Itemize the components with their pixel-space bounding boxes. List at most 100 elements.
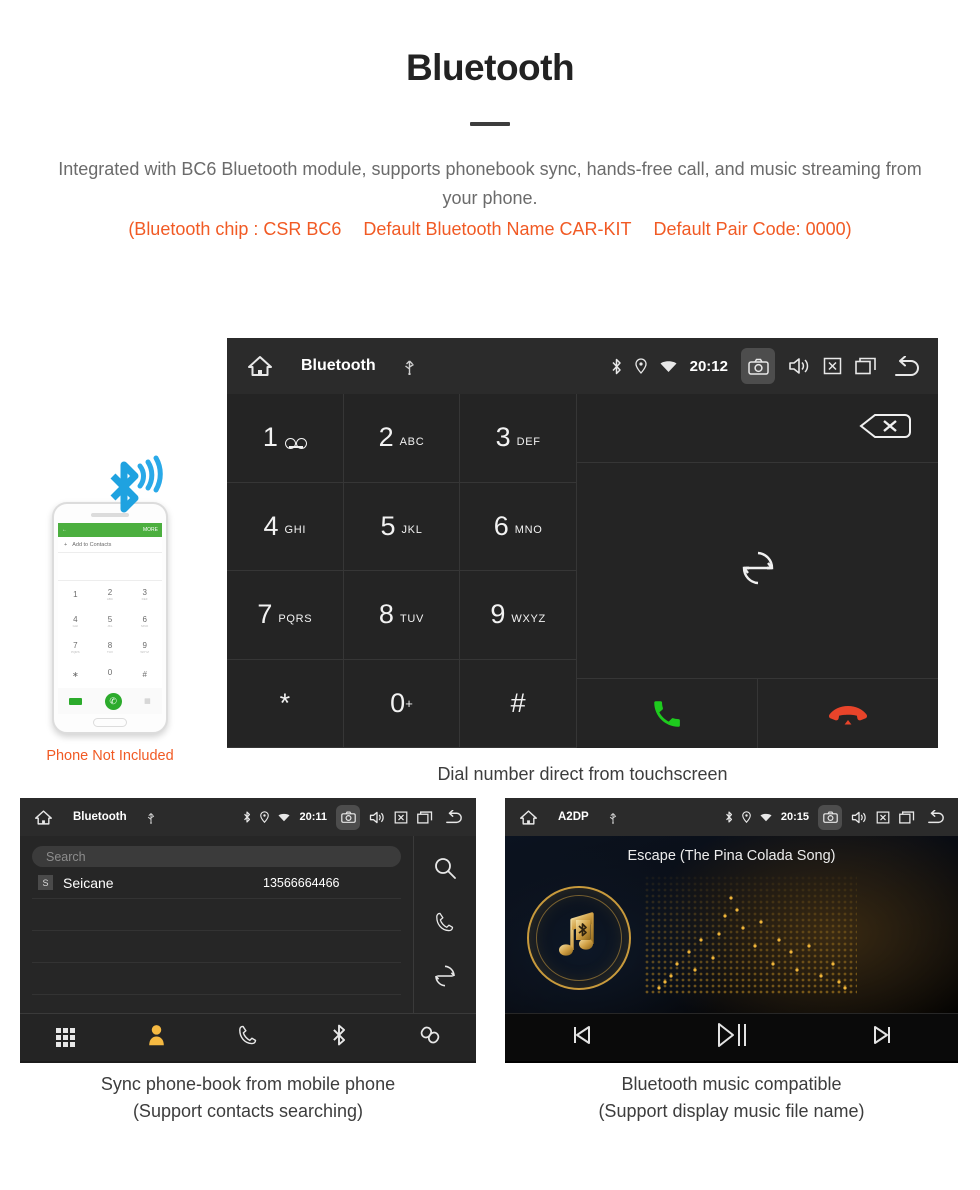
recents-icon[interactable] xyxy=(855,357,877,375)
contacts-screen: Bluetooth 20:11 Search S Seicane 1356666… xyxy=(20,798,476,1063)
hangup-button[interactable] xyxy=(758,679,938,748)
volume-icon[interactable] xyxy=(369,811,385,824)
music-caption-line2: (Support display music file name) xyxy=(598,1101,865,1121)
call-icon[interactable] xyxy=(435,911,455,938)
plus-sign: + xyxy=(405,695,413,711)
nav-dialpad[interactable] xyxy=(20,1028,111,1047)
contacts-caption: Sync phone-book from mobile phone (Suppo… xyxy=(20,1071,476,1125)
table-row[interactable]: S Seicane 13566664466 xyxy=(32,867,401,899)
key-5[interactable]: 5 JKL xyxy=(343,482,461,571)
title-divider xyxy=(470,122,510,126)
close-box-icon[interactable] xyxy=(823,357,842,375)
key-digit: 2 xyxy=(378,422,394,453)
sync-icon[interactable] xyxy=(434,965,456,992)
next-track-button[interactable] xyxy=(807,1023,958,1052)
recents-icon[interactable] xyxy=(899,810,915,824)
number-display-row xyxy=(577,394,938,463)
back-icon[interactable] xyxy=(890,356,924,376)
key-star[interactable]: * xyxy=(227,659,344,748)
key-letters: GHI xyxy=(284,524,307,537)
key-letters: ABC xyxy=(399,435,425,448)
camera-icon[interactable] xyxy=(741,348,775,384)
music-note-bluetooth-icon xyxy=(548,904,610,971)
main-caption: Dial number direct from touchscreen xyxy=(437,764,728,784)
key-letters: TUV xyxy=(399,612,425,625)
key-4[interactable]: 4 GHI xyxy=(227,482,344,571)
bluetooth-signal-icon xyxy=(107,454,179,519)
phone-key: 5 JKL xyxy=(107,614,113,628)
nav-call-log[interactable] xyxy=(202,1024,293,1051)
phone-key: 4 GHI xyxy=(72,614,78,628)
camera-icon[interactable] xyxy=(336,804,360,830)
music-screen: A2DP 20:15 Escape (The Pina Colada Song) xyxy=(505,798,958,1063)
nav-link[interactable] xyxy=(385,1023,476,1052)
key-letters: WXYZ xyxy=(511,612,546,625)
status-bar: Bluetooth 20:12 xyxy=(227,338,938,394)
now-playing-area: Escape (The Pina Colada Song) xyxy=(505,836,958,1013)
search-input[interactable]: Search xyxy=(32,846,401,867)
table-row-empty xyxy=(32,963,401,995)
spec-line: (Bluetooth chip : CSR BC6 Default Bluetoo… xyxy=(0,219,980,240)
sync-icon[interactable] xyxy=(741,551,775,590)
track-title: Escape (The Pina Colada Song) xyxy=(627,848,836,864)
back-icon[interactable] xyxy=(442,809,466,825)
call-log-icon xyxy=(238,1024,258,1051)
home-icon[interactable] xyxy=(519,809,538,826)
nav-contacts[interactable] xyxy=(111,1024,202,1051)
key-9[interactable]: 9 WXYZ xyxy=(460,571,577,660)
page-title: Bluetooth xyxy=(405,47,575,88)
home-icon[interactable] xyxy=(247,354,273,378)
recents-icon[interactable] xyxy=(417,810,433,824)
phone-app-header: ← MORE xyxy=(58,523,162,537)
key-digit: 5 xyxy=(380,510,396,541)
key-hash[interactable]: # xyxy=(460,659,577,748)
phone-illustration: ← MORE + Add to Contacts 1 2 ABC 3 DEF 4 GH… xyxy=(46,455,174,764)
sync-contacts-area xyxy=(577,463,938,679)
close-box-icon[interactable] xyxy=(876,810,890,824)
call-button[interactable] xyxy=(577,679,758,748)
home-icon[interactable] xyxy=(34,809,53,826)
key-digit: 3 xyxy=(495,422,511,453)
status-bar: A2DP 20:15 xyxy=(505,798,958,836)
phone-number-area xyxy=(58,553,162,581)
key-2[interactable]: 2 ABC xyxy=(343,394,461,483)
table-row-empty xyxy=(32,931,401,963)
backspace-icon[interactable] xyxy=(858,413,912,444)
key-letters: MNO xyxy=(514,524,543,537)
volume-icon[interactable] xyxy=(851,811,867,824)
screen-title: Bluetooth xyxy=(301,357,376,374)
screen-title: Bluetooth xyxy=(73,811,127,823)
back-icon[interactable] xyxy=(924,809,948,825)
key-1[interactable]: 1 xyxy=(227,394,344,483)
phone-key: 9 WXYZ xyxy=(140,641,149,655)
key-6[interactable]: 6 MNO xyxy=(460,482,577,571)
key-digit: 4 xyxy=(263,510,279,541)
camera-icon[interactable] xyxy=(818,804,842,830)
wifi-icon xyxy=(760,813,772,822)
clock: 20:12 xyxy=(689,357,728,375)
dot-matrix-equalizer xyxy=(645,876,857,999)
volume-icon[interactable] xyxy=(788,357,810,375)
key-letters: JKL xyxy=(401,524,423,537)
search-icon[interactable] xyxy=(434,857,456,884)
previous-track-button[interactable] xyxy=(505,1023,656,1052)
nav-bluetooth[interactable] xyxy=(294,1023,385,1052)
key-8[interactable]: 8 TUV xyxy=(343,571,461,660)
close-box-icon[interactable] xyxy=(394,810,408,824)
play-pause-button[interactable] xyxy=(656,1020,807,1055)
contact-name: Seicane xyxy=(63,874,114,891)
contacts-caption-line1: Sync phone-book from mobile phone xyxy=(100,1074,396,1094)
location-icon xyxy=(260,811,270,823)
spec-pair-code: Default Pair Code: 0000) xyxy=(653,219,852,239)
key-3[interactable]: 3 DEF xyxy=(460,394,577,483)
usb-icon xyxy=(609,811,617,824)
bluetooth-icon xyxy=(611,358,622,375)
key-digit: # xyxy=(510,687,526,718)
key-digit: 8 xyxy=(378,599,394,630)
key-0[interactable]: 0 + xyxy=(343,659,461,748)
key-7[interactable]: 7 PQRS xyxy=(227,571,344,660)
play-pause-icon xyxy=(716,1020,748,1055)
bluetooth-icon xyxy=(331,1023,347,1052)
previous-track-icon xyxy=(569,1023,593,1052)
phone-key: ∗ xyxy=(71,670,79,680)
